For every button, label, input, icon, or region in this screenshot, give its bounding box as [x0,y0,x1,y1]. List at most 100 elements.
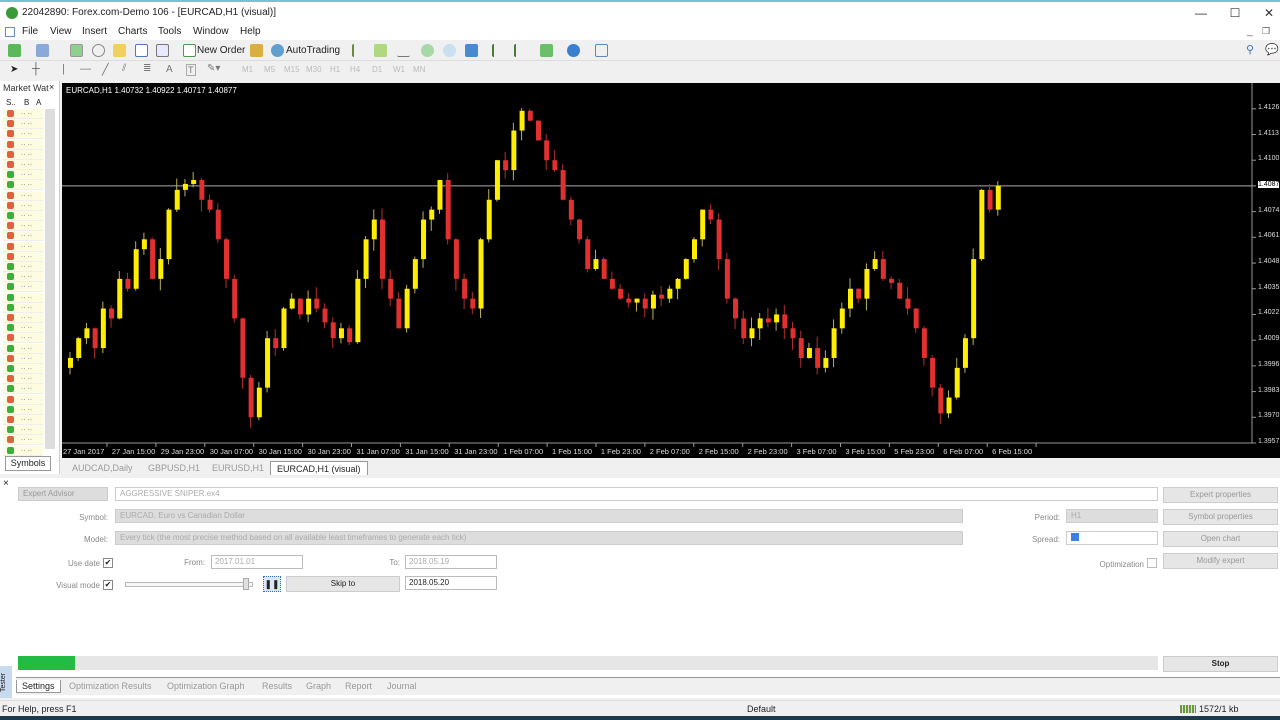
tab-report[interactable]: Report [340,680,377,692]
new-order-button[interactable]: New Order [197,43,245,58]
equidistant-channel-icon[interactable]: ⫽ [122,63,126,74]
stop-button[interactable]: Stop [1163,656,1278,672]
data-window-icon[interactable] [92,44,105,57]
tab-audcad-daily[interactable]: AUDCAD,Daily [66,461,139,475]
timeframe-d1[interactable]: D1 [372,65,382,74]
speed-slider-thumb[interactable] [243,578,250,590]
from-date-field[interactable]: 2017.01.01 [211,555,303,569]
bear-candle [733,298,739,319]
spread-select[interactable] [1066,531,1158,545]
bear-candle [659,294,665,299]
autotrading-button[interactable]: AutoTrading [286,43,340,58]
auto-scroll-icon[interactable] [492,44,505,57]
bar-chart-icon[interactable] [352,44,365,57]
close-button[interactable]: ✕ [1252,5,1280,21]
to-date-field[interactable]: 2018.05.19 [405,555,497,569]
maximize-button[interactable]: ☐ [1218,5,1252,21]
arrow-down-icon [7,161,14,168]
fibonacci-icon[interactable]: ≣ [143,63,151,74]
skip-to-date-field[interactable]: 2018.05.20 [405,576,497,590]
zoom-out-icon[interactable] [443,44,456,57]
menu-view[interactable]: View [50,26,72,37]
tab-eurcad-h1-visual[interactable]: EURCAD,H1 (visual) [270,461,368,475]
visual-mode-checkbox[interactable]: ✔ [103,580,113,590]
minimize-button[interactable]: — [1184,5,1218,21]
column-ask[interactable]: A [36,98,41,107]
model-select[interactable]: Every tick (the most precise method base… [115,531,963,545]
navigator-icon[interactable] [113,44,126,57]
chart-shift-icon[interactable] [514,44,527,57]
tab-journal[interactable]: Journal [382,680,422,692]
trendline-icon[interactable]: ╱ [102,63,109,76]
period-select[interactable]: H1 [1066,509,1158,523]
tab-optimization-results[interactable]: Optimization Results [64,680,157,692]
tab-settings[interactable]: Settings [16,680,61,693]
new-order-icon[interactable] [183,44,196,57]
timeframe-m15[interactable]: M15 [284,65,300,74]
arrows-icon[interactable]: ✎▾ [207,63,220,74]
modify-expert-button[interactable]: Modify expert [1163,553,1278,569]
periods-icon[interactable] [567,44,580,57]
horizontal-line-icon[interactable]: — [80,63,91,75]
child-minimize-icon[interactable]: _ [1247,26,1253,37]
expert-properties-button[interactable]: Expert properties [1163,487,1278,503]
strategy-tester-icon[interactable] [156,44,169,57]
crosshair-icon[interactable]: ┼ [32,63,40,75]
symbol-select[interactable]: EURCAD, Euro vs Canadian Dollar [115,509,963,523]
text-icon[interactable]: A [166,64,173,75]
timeframe-w1[interactable]: W1 [393,65,405,74]
new-chart-icon[interactable] [8,44,21,57]
tab-symbols[interactable]: Symbols [5,456,51,471]
menu-tools[interactable]: Tools [158,26,181,37]
close-tester-icon[interactable]: × [3,478,9,489]
pause-button[interactable]: ❚❚ [263,576,281,592]
use-date-checkbox[interactable]: ✔ [103,558,113,568]
open-chart-button[interactable]: Open chart [1163,531,1278,547]
market-watch-scrollbar[interactable] [45,109,55,449]
menu-window[interactable]: Window [193,26,229,37]
profiles-icon[interactable] [36,44,49,57]
autotrading-icon[interactable] [271,44,284,57]
metaeditor-icon[interactable] [250,44,263,57]
speed-slider-track[interactable] [125,582,253,587]
tab-eurusd-h1[interactable]: EURUSD,H1 [206,461,270,475]
timeframe-h1[interactable]: H1 [330,65,340,74]
skip-to-button[interactable]: Skip to [286,576,400,592]
line-chart-icon[interactable] [397,44,410,57]
zoom-in-icon[interactable] [421,44,434,57]
optimization-checkbox[interactable] [1147,558,1157,568]
templates-icon[interactable] [595,44,608,57]
timeframe-m1[interactable]: M1 [242,65,253,74]
text-label-icon[interactable]: T [186,64,196,76]
timeframe-m5[interactable]: M5 [264,65,275,74]
search-icon[interactable]: ⚲ [1246,43,1254,56]
chat-icon[interactable]: 💬 [1265,43,1279,56]
tile-windows-icon[interactable] [465,44,478,57]
price-tick-label: 1.4035 [1258,283,1280,291]
expert-select[interactable]: AGGRESSIVE SNIPER.ex4 [115,487,1158,501]
close-market-watch-icon[interactable]: × [49,82,54,92]
column-bid[interactable]: B [24,98,29,107]
tab-gbpusd-h1[interactable]: GBPUSD,H1 [142,461,206,475]
terminal-icon[interactable] [135,44,148,57]
tab-optimization-graph[interactable]: Optimization Graph [162,680,250,692]
symbol-properties-button[interactable]: Symbol properties [1163,509,1278,525]
indicators-icon[interactable] [540,44,553,57]
vertical-line-icon[interactable]: | [62,63,65,75]
menu-charts[interactable]: Charts [118,26,147,37]
cursor-icon[interactable]: ➤ [10,64,18,75]
timeframe-h4[interactable]: H4 [350,65,360,74]
market-watch-row[interactable]: .. .. [3,444,43,456]
child-restore-icon[interactable]: ❐ [1262,26,1270,37]
tab-results[interactable]: Results [257,680,297,692]
tab-graph[interactable]: Graph [301,680,336,692]
price-chart[interactable]: EURCAD,H1 1.40732 1.40922 1.40717 1.4087… [62,83,1280,458]
column-symbol[interactable]: S.. [6,98,16,107]
menu-file[interactable]: File [22,26,38,37]
menu-insert[interactable]: Insert [82,26,107,37]
timeframe-m30[interactable]: M30 [306,65,322,74]
candlestick-icon[interactable] [374,44,387,57]
timeframe-mn[interactable]: MN [413,65,425,74]
menu-help[interactable]: Help [240,26,261,37]
market-watch-icon[interactable] [70,44,83,57]
